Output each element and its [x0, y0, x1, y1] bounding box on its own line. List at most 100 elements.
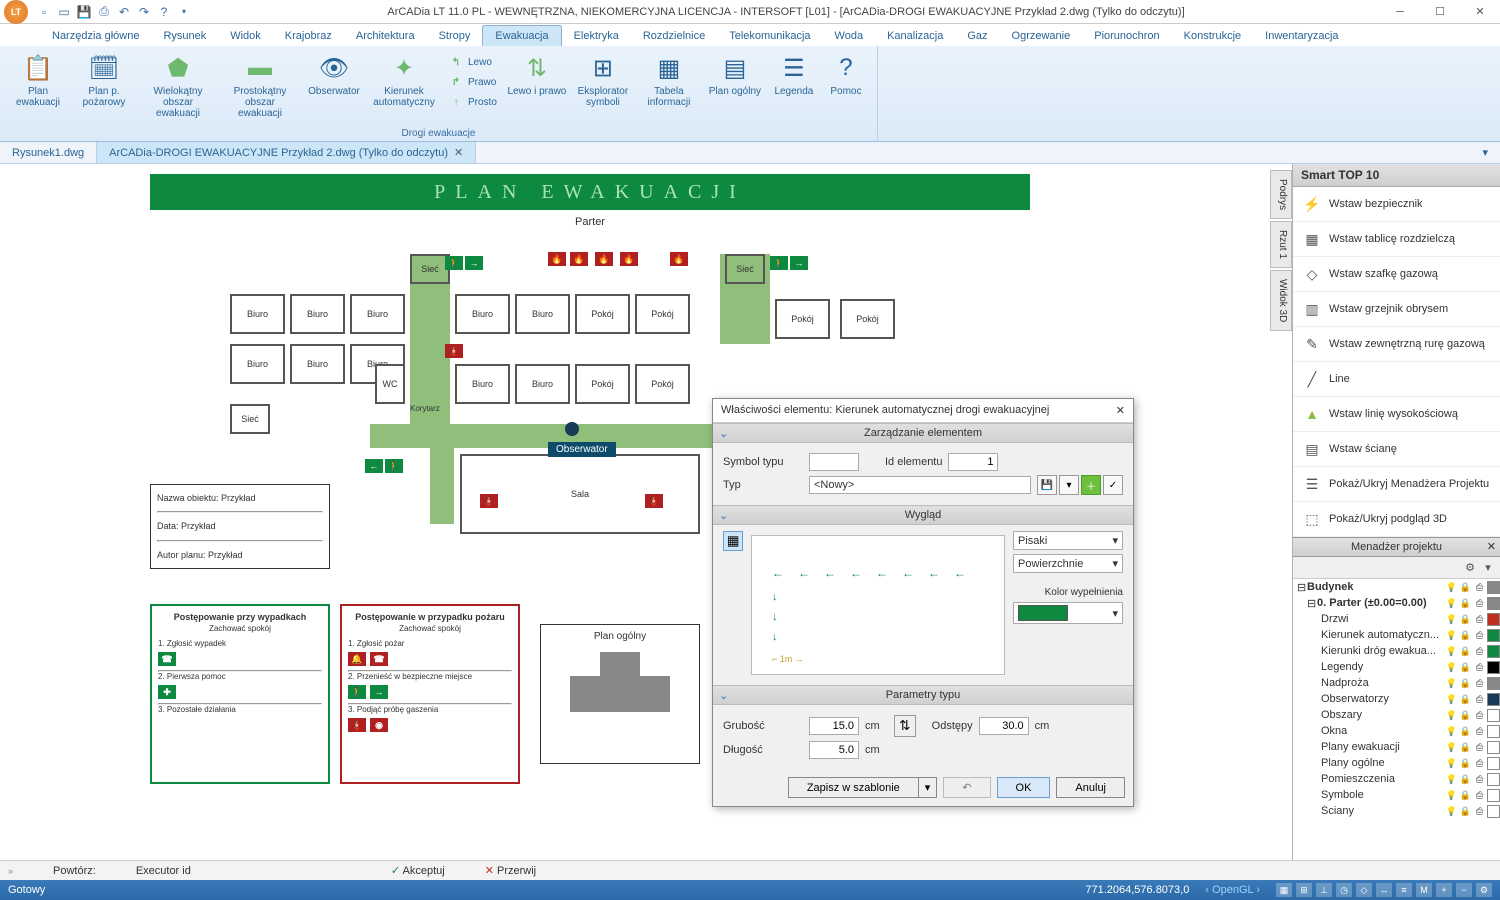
qat-save-icon[interactable]: 💾	[76, 4, 92, 20]
minus-icon[interactable]: −	[1456, 883, 1472, 897]
snap-icon[interactable]: ▦	[1276, 883, 1292, 897]
input-odstepy[interactable]	[979, 717, 1029, 735]
lock-icon[interactable]: 🔒	[1459, 629, 1472, 642]
dropdown-typ[interactable]: <Nowy>	[809, 476, 1031, 494]
track-icon[interactable]: ↔	[1376, 883, 1392, 897]
bulb-icon[interactable]: 💡	[1445, 805, 1458, 818]
sidetab-rzut1[interactable]: Rzut 1	[1270, 221, 1292, 268]
dialog-titlebar[interactable]: Właściwości elementu: Kierunek automatyc…	[713, 399, 1133, 423]
bulb-icon[interactable]: 💡	[1445, 693, 1458, 706]
maximize-button[interactable]: ☐	[1420, 0, 1460, 24]
bulb-icon[interactable]: 💡	[1445, 725, 1458, 738]
btn-save-template-dropdown[interactable]: ▾	[918, 777, 938, 798]
gear-icon[interactable]: ⚙	[1476, 883, 1492, 897]
tab-krajobraz[interactable]: Krajobraz	[273, 26, 344, 46]
print-icon[interactable]: ⎙	[1473, 613, 1486, 626]
st-item-linia-wys[interactable]: ▲Wstaw linię wysokościową	[1293, 397, 1500, 432]
btn-tabela[interactable]: ▦Tabela informacji	[637, 48, 701, 126]
color-swatch[interactable]	[1487, 757, 1500, 770]
pm-item-sciany[interactable]: Ściany💡🔒⎙	[1293, 803, 1500, 819]
pm-item-legendy[interactable]: Legendy💡🔒⎙	[1293, 659, 1500, 675]
qat-print-icon[interactable]: ⎙	[96, 4, 112, 20]
lock-icon[interactable]: 🔒	[1459, 805, 1472, 818]
pm-node-parter[interactable]: ⊟0. Parter (±0.00=0.00)💡🔒⎙	[1293, 595, 1500, 611]
tab-ogrzewanie[interactable]: Ogrzewanie	[1000, 26, 1083, 46]
color-swatch[interactable]	[1487, 693, 1500, 706]
qat-dropdown-icon[interactable]: ▾	[176, 4, 192, 20]
tab-stropy[interactable]: Stropy	[427, 26, 483, 46]
print-icon[interactable]: ⎙	[1473, 725, 1486, 738]
print-icon[interactable]: ⎙	[1473, 677, 1486, 690]
doctab-przyklad2[interactable]: ArCADia-DROGI EWAKUACYJNE Przykład 2.dwg…	[97, 142, 476, 163]
lock-icon[interactable]: 🔒	[1459, 661, 1472, 674]
tab-narzedzia[interactable]: Narzędzia główne	[40, 26, 151, 46]
st-item-tablica[interactable]: ▦Wstaw tablicę rozdzielczą	[1293, 222, 1500, 257]
lock-icon[interactable]: 🔒	[1459, 581, 1472, 594]
dropdown-kolor[interactable]: ▾	[1013, 602, 1123, 624]
color-swatch[interactable]	[1487, 581, 1500, 594]
print-icon[interactable]: ⎙	[1473, 789, 1486, 802]
minimize-button[interactable]: ─	[1380, 0, 1420, 24]
color-swatch[interactable]	[1487, 741, 1500, 754]
lock-icon[interactable]: 🔒	[1459, 709, 1472, 722]
cmdbar-akceptuj[interactable]: Akceptuj	[403, 865, 445, 877]
pm-dropdown-icon[interactable]: ▾	[1480, 560, 1496, 576]
pm-item-kierunek-auto[interactable]: Kierunek automatyczn...💡🔒⎙	[1293, 627, 1500, 643]
status-opengl[interactable]: OpenGL	[1212, 884, 1253, 896]
bulb-icon[interactable]: 💡	[1445, 773, 1458, 786]
bulb-icon[interactable]: 💡	[1445, 741, 1458, 754]
color-swatch[interactable]	[1487, 629, 1500, 642]
btn-lewo-i-prawo[interactable]: ⇅Lewo i prawo	[505, 48, 569, 126]
tab-konstrukcje[interactable]: Konstrukcje	[1172, 26, 1253, 46]
btn-pomoc[interactable]: ?Pomoc	[821, 48, 871, 126]
pm-filter-icon[interactable]: ⚙	[1462, 560, 1478, 576]
qat-undo-icon[interactable]: ↶	[116, 4, 132, 20]
section-params[interactable]: ⌄Parametry typu	[713, 685, 1133, 705]
doctab-rysunek1[interactable]: Rysunek1.dwg	[0, 142, 97, 163]
color-swatch[interactable]	[1487, 789, 1500, 802]
bulb-icon[interactable]: 💡	[1445, 677, 1458, 690]
tab-inwentaryzacja[interactable]: Inwentaryzacja	[1253, 26, 1350, 46]
btn-prawo[interactable]: ↱Prawo	[442, 72, 503, 92]
color-swatch[interactable]	[1487, 773, 1500, 786]
pm-item-okna[interactable]: Okna💡🔒⎙	[1293, 723, 1500, 739]
lock-icon[interactable]: 🔒	[1459, 741, 1472, 754]
st-item-grzejnik[interactable]: ▥Wstaw grzejnik obrysem	[1293, 292, 1500, 327]
lock-icon[interactable]: 🔒	[1459, 677, 1472, 690]
lock-icon[interactable]: 🔒	[1459, 613, 1472, 626]
st-item-sciana[interactable]: ▤Wstaw ścianę	[1293, 432, 1500, 467]
bulb-icon[interactable]: 💡	[1445, 629, 1458, 642]
btn-anuluj[interactable]: Anuluj	[1056, 777, 1125, 798]
qat-redo-icon[interactable]: ↷	[136, 4, 152, 20]
lock-icon[interactable]: 🔒	[1459, 757, 1472, 770]
tab-widok[interactable]: Widok	[218, 26, 273, 46]
print-icon[interactable]: ⎙	[1473, 757, 1486, 770]
plus-icon[interactable]: +	[1436, 883, 1452, 897]
pm-node-budynek[interactable]: ⊟Budynek💡🔒⎙	[1293, 579, 1500, 595]
print-icon[interactable]: ⎙	[1473, 709, 1486, 722]
print-icon[interactable]: ⎙	[1473, 629, 1486, 642]
pm-item-obszary[interactable]: Obszary💡🔒⎙	[1293, 707, 1500, 723]
bulb-icon[interactable]: 💡	[1445, 661, 1458, 674]
tab-piorunochron[interactable]: Piorunochron	[1082, 26, 1171, 46]
pm-item-drzwi[interactable]: Drzwi💡🔒⎙	[1293, 611, 1500, 627]
btn-prosto[interactable]: ↑Prosto	[442, 92, 503, 112]
pm-item-plany-ogolne[interactable]: Plany ogólne💡🔒⎙	[1293, 755, 1500, 771]
color-swatch[interactable]	[1487, 661, 1500, 674]
lock-icon[interactable]: 🔒	[1459, 645, 1472, 658]
input-symbol-typu[interactable]	[809, 453, 859, 471]
print-icon[interactable]: ⎙	[1473, 581, 1486, 594]
st-item-line[interactable]: ╱Line	[1293, 362, 1500, 397]
st-item-szafka-gaz[interactable]: ◇Wstaw szafkę gazową	[1293, 257, 1500, 292]
osnap-icon[interactable]: ◇	[1356, 883, 1372, 897]
btn-plan-ewakuacji[interactable]: 📋Plan ewakuacji	[6, 48, 70, 126]
sidetab-widok3d[interactable]: Widok 3D	[1270, 270, 1292, 331]
st-item-rura-gaz[interactable]: ✎Wstaw zewnętrzną rurę gazową	[1293, 327, 1500, 362]
accept-icon[interactable]: ✓	[391, 865, 400, 877]
qat-new-icon[interactable]: ▫	[36, 4, 52, 20]
input-grubosc[interactable]	[809, 717, 859, 735]
color-swatch[interactable]	[1487, 709, 1500, 722]
doctab-close-icon[interactable]: ✕	[454, 146, 463, 159]
tab-ewakuacja[interactable]: Ewakuacja	[482, 25, 561, 46]
close-button[interactable]: ✕	[1460, 0, 1500, 24]
